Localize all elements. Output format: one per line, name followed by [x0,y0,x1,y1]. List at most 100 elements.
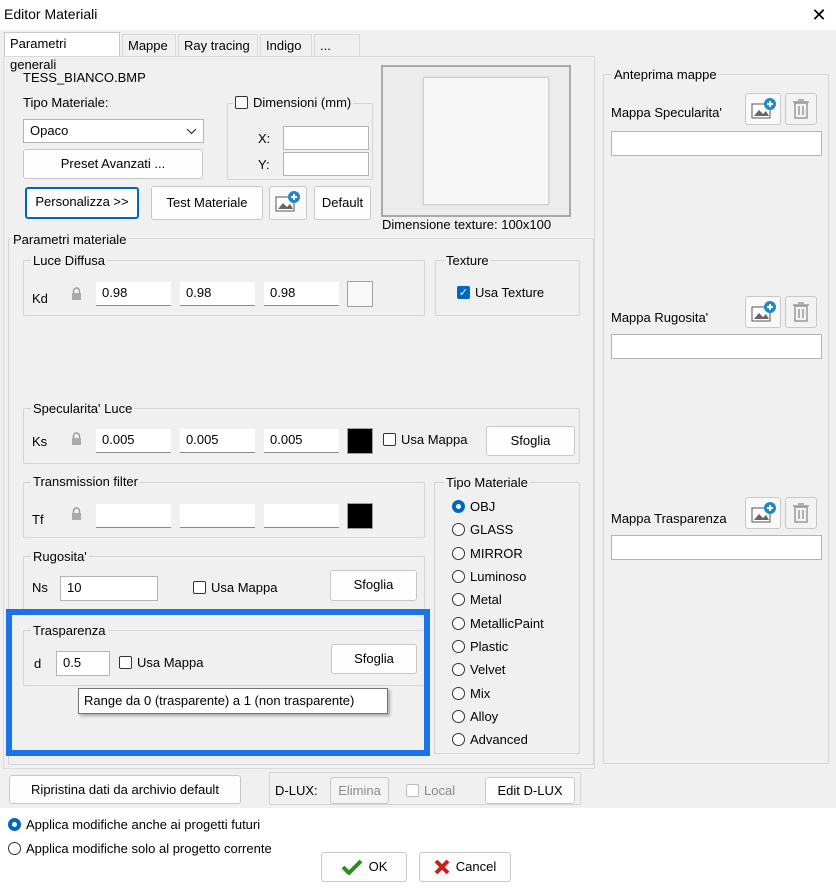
roughness-use-map-checkbox[interactable] [193,581,206,594]
ks-value-3[interactable]: 0.005 [264,429,339,453]
lock-icon[interactable] [71,507,82,520]
apply-current-radio[interactable] [8,842,21,855]
test-materiale-button[interactable]: Test Materiale [151,186,263,220]
ks-value-1[interactable]: 0.005 [96,429,171,453]
use-texture-checkbox[interactable]: ✓ [457,286,470,299]
apply-current-row[interactable]: Applica modifiche solo al progetto corre… [8,841,272,856]
tab-ray-tracing[interactable]: Ray tracing [178,34,258,56]
radio-metal[interactable]: Metal [452,588,544,611]
specular-use-map-checkbox[interactable] [383,433,396,446]
ok-button[interactable]: OK [321,852,407,882]
trash-icon[interactable] [785,497,817,529]
dimensions-checkbox[interactable] [235,96,248,109]
material-type-value: Opaco [30,123,69,138]
map-transparency-input[interactable] [611,535,822,560]
radio-velvet[interactable]: Velvet [452,658,544,681]
map-specular-input[interactable] [611,131,822,156]
image-add-icon[interactable] [269,186,307,220]
ns-label: Ns [32,580,48,595]
default-button[interactable]: Default [314,186,371,220]
y-label: Y: [258,157,270,172]
title-bar: Editor Materiali ✕ [0,0,836,30]
tab-parametri-generali[interactable]: Parametri generali [4,32,120,72]
radio-button[interactable] [452,709,465,723]
roughness-browse-button[interactable]: Sfoglia [330,570,417,601]
tooltip: Range da 0 (trasparente) a 1 (non traspa… [78,688,388,714]
tab-more[interactable]: ... [314,34,360,56]
radio-button[interactable] [452,639,465,653]
personalizza-button[interactable]: Personalizza >> [25,187,139,219]
tab-mappe[interactable]: Mappe [122,34,176,56]
edit-dlux-button[interactable]: Edit D-LUX [485,777,575,804]
radio-mix[interactable]: Mix [452,681,544,704]
texture-preview [381,65,571,217]
radio-button[interactable] [452,523,465,537]
specular-use-map-row[interactable]: Usa Mappa [383,432,467,447]
specular-color-swatch[interactable] [347,428,373,454]
image-add-icon[interactable] [745,296,781,328]
apply-future-row[interactable]: Applica modifiche anche ai progetti futu… [8,817,260,832]
roughness-use-map-row[interactable]: Usa Mappa [193,580,277,595]
dimension-x-input[interactable] [283,126,369,150]
radio-plastic[interactable]: Plastic [452,635,544,658]
radio-mirror[interactable]: MIRROR [452,542,544,565]
window-title: Editor Materiali [4,6,98,22]
material-type-select[interactable]: Opaco [23,119,204,143]
radio-button[interactable] [452,500,465,514]
radio-button[interactable] [452,663,465,677]
preset-avanzati-button[interactable]: Preset Avanzati ... [23,149,203,179]
radio-button[interactable] [452,546,465,560]
material-kind-label: Tipo Materiale [444,475,530,490]
radio-button[interactable] [452,570,465,584]
ks-label: Ks [32,434,48,449]
apply-future-radio[interactable] [8,818,21,831]
tf-value-3[interactable] [264,504,339,528]
elimina-button[interactable]: Elimina [330,777,389,804]
tab-indigo[interactable]: Indigo [260,34,312,56]
lock-icon[interactable] [71,432,82,445]
radio-button[interactable] [452,593,465,607]
ns-input[interactable]: 10 [60,576,158,601]
diffuse-label: Luce Diffusa [31,253,108,268]
image-add-icon[interactable] [745,497,781,529]
local-checkbox[interactable] [406,784,419,797]
transmission-color-swatch[interactable] [347,503,373,529]
diffuse-color-swatch[interactable] [347,281,373,307]
tf-label: Tf [32,512,44,527]
radio-luminoso[interactable]: Luminoso [452,565,544,588]
tf-value-1[interactable] [96,504,171,528]
radio-button[interactable] [452,686,465,700]
radio-glass[interactable]: GLASS [452,518,544,541]
cancel-button[interactable]: Cancel [419,852,511,882]
radio-metallicpaint[interactable]: MetallicPaint [452,611,544,634]
use-texture-row[interactable]: ✓ Usa Texture [457,285,544,300]
kd-value-1[interactable]: 0.98 [96,282,171,306]
kd-value-2[interactable]: 0.98 [180,282,255,306]
radio-alloy[interactable]: Alloy [452,705,544,728]
ks-value-2[interactable]: 0.005 [180,429,255,453]
trash-icon[interactable] [785,93,817,125]
kd-value-3[interactable]: 0.98 [264,282,339,306]
restore-default-button[interactable]: Ripristina dati da archivio default [9,775,241,804]
radio-button[interactable] [452,616,465,630]
radio-advanced[interactable]: Advanced [452,728,544,751]
map-transparency-label: Mappa Trasparenza [611,511,727,526]
dimensions-checkbox-row[interactable]: Dimensioni (mm) [233,95,354,110]
map-roughness-input[interactable] [611,334,822,359]
radio-button[interactable] [452,733,465,747]
kd-label: Kd [32,291,48,306]
dimension-y-input[interactable] [283,152,369,176]
radio-obj[interactable]: OBJ [452,495,544,518]
trash-icon[interactable] [785,296,817,328]
close-icon[interactable]: ✕ [806,2,832,28]
image-add-icon[interactable] [745,93,781,125]
specular-browse-button[interactable]: Sfoglia [486,426,575,456]
map-roughness-label: Mappa Rugosita' [611,310,709,325]
material-type-label: Tipo Materiale: [23,95,109,110]
apply-current-label: Applica modifiche solo al progetto corre… [26,841,272,856]
local-row[interactable]: Local [406,783,455,798]
tf-value-2[interactable] [180,504,255,528]
maps-group [603,74,829,764]
lock-icon[interactable] [71,287,82,300]
params-group-label: Parametri materiale [11,232,129,247]
